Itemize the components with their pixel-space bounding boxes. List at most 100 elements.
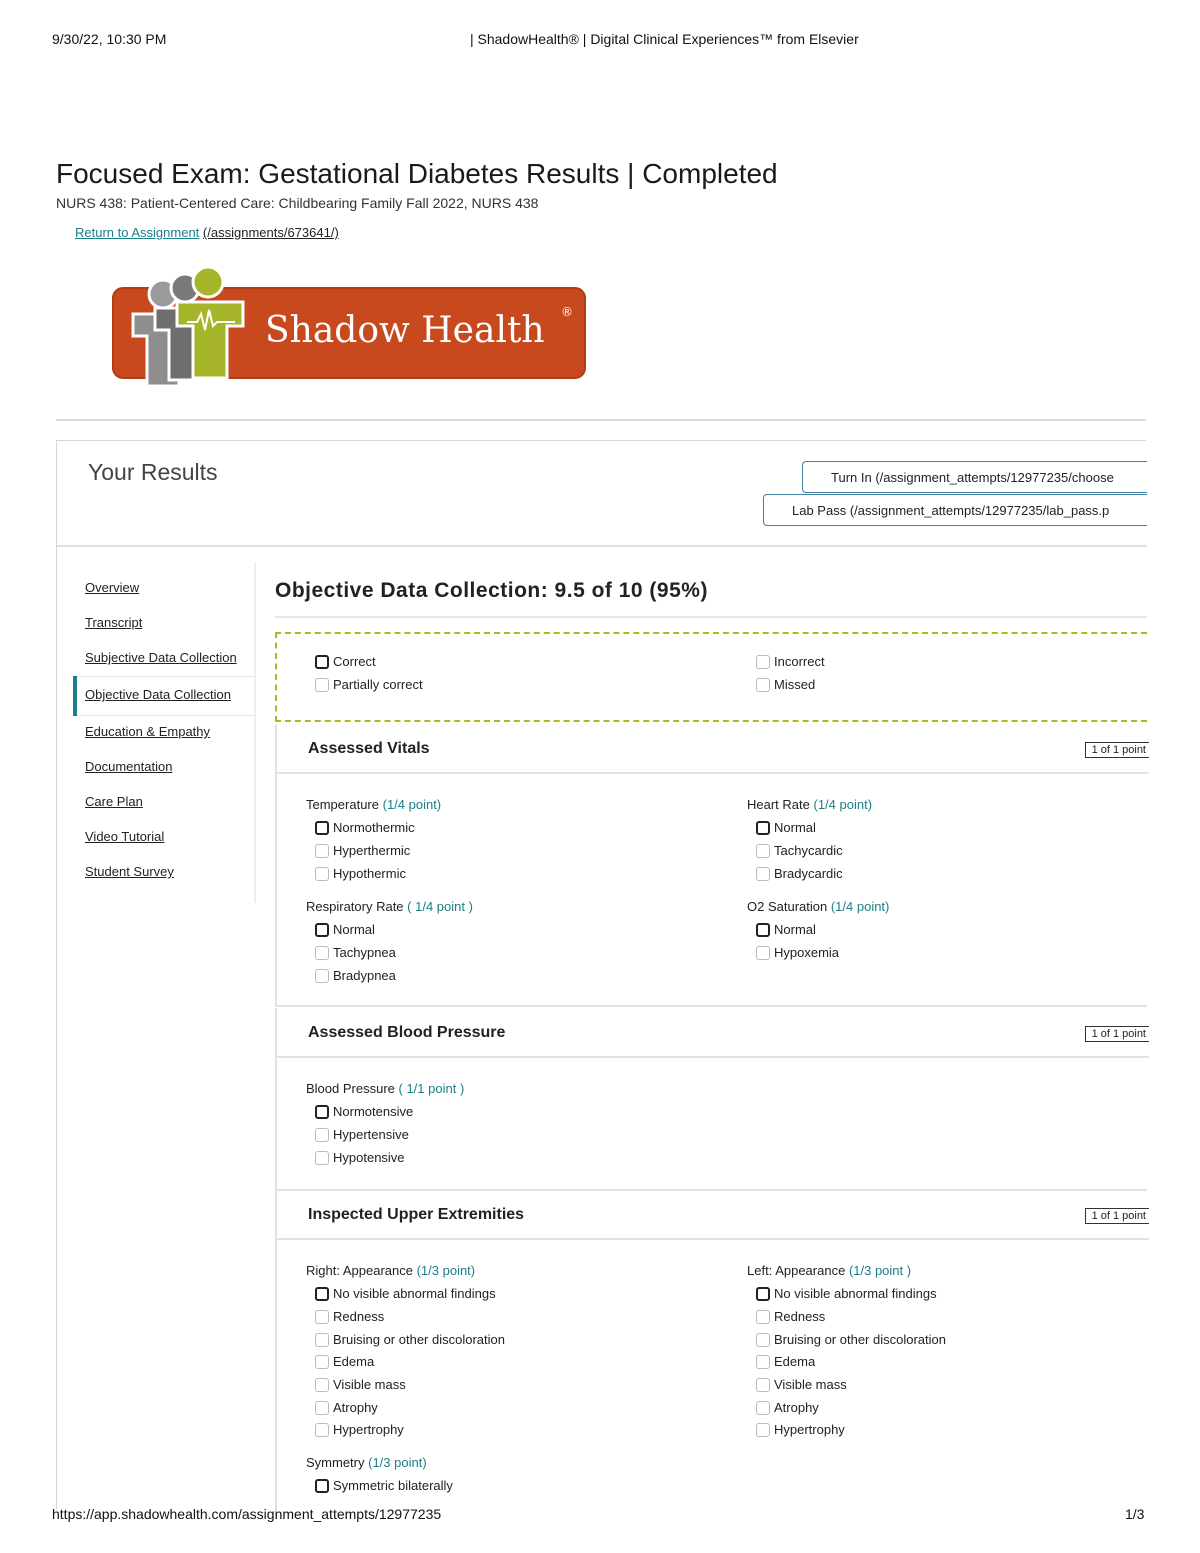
return-to-assignment[interactable]: Return to Assignment (/assignments/67364…	[75, 225, 339, 240]
panel-title: Inspected Upper Extremities	[308, 1206, 525, 1223]
checkbox-icon	[756, 1401, 770, 1415]
checkbox-icon	[756, 1378, 770, 1392]
print-url: https://app.shadowhealth.com/assignment_…	[52, 1506, 442, 1522]
print-footer: https://app.shadowhealth.com/assignment_…	[0, 1506, 1200, 1524]
question-label: Symmetry (1/3 point)	[306, 1455, 427, 1470]
lab-pass-button[interactable]: Lab Pass (/assignment_attempts/12977235/…	[763, 494, 1147, 526]
panel-title: Assessed Vitals	[308, 740, 430, 757]
checkbox-icon	[315, 1151, 329, 1165]
option: Atrophy	[315, 1400, 378, 1416]
sidebar-item-care-plan[interactable]: Care Plan	[85, 794, 143, 809]
legend-missed: Missed	[756, 677, 815, 693]
print-date: 9/30/22, 10:30 PM	[52, 31, 167, 47]
option-correct: No visible abnormal findings	[315, 1286, 496, 1302]
correct-checkbox-icon	[315, 1287, 329, 1301]
panel-assessed-blood-pressure: Assessed Blood Pressure 1 of 1 point Blo…	[275, 1008, 1149, 1191]
option-correct: No visible abnormal findings	[756, 1286, 937, 1302]
points-badge: 1 of 1 point	[1084, 742, 1149, 758]
checkbox-icon	[756, 1423, 770, 1437]
print-page-title: | ShadowHealth® | Digital Clinical Exper…	[470, 31, 859, 47]
points-badge: 1 of 1 point	[1084, 1208, 1149, 1224]
option-correct: Normal	[315, 922, 375, 938]
option: Bradypnea	[315, 968, 396, 984]
option-correct: Symmetric bilaterally	[315, 1478, 453, 1494]
divider	[275, 616, 1147, 618]
option-correct: Normothermic	[315, 820, 415, 836]
checkbox-icon	[756, 946, 770, 960]
option: Hypertrophy	[756, 1422, 845, 1438]
correct-checkbox-icon	[756, 923, 770, 937]
checkbox-icon	[315, 969, 329, 983]
checkbox-icon	[315, 1401, 329, 1415]
checkbox-icon	[756, 1355, 770, 1369]
option: Bradycardic	[756, 866, 843, 882]
option-correct: Normotensive	[315, 1104, 413, 1120]
option: Bruising or other discoloration	[756, 1332, 946, 1348]
option-correct: Normal	[756, 820, 816, 836]
sidebar-item-subjective-data-collection[interactable]: Subjective Data Collection	[85, 650, 237, 665]
sidebar-item-education-empathy[interactable]: Education & Empathy	[85, 724, 210, 739]
results-container: Your Results Turn In (/assignment_attemp…	[56, 440, 1149, 1511]
return-link[interactable]: Return to Assignment	[75, 225, 199, 240]
checkbox-icon	[315, 1378, 329, 1392]
legend-incorrect: Incorrect	[756, 654, 825, 670]
checkbox-icon	[315, 1310, 329, 1324]
print-header: 9/30/22, 10:30 PM | ShadowHealth® | Digi…	[0, 31, 1200, 49]
option: Edema	[756, 1354, 815, 1370]
option: Bruising or other discoloration	[315, 1332, 505, 1348]
option: Redness	[315, 1309, 384, 1325]
option: Tachycardic	[756, 843, 843, 859]
points-badge: 1 of 1 point	[1084, 1026, 1149, 1042]
checkbox-icon	[315, 1128, 329, 1142]
checkbox-icon	[315, 844, 329, 858]
option: Hypertrophy	[315, 1422, 404, 1438]
correct-checkbox-icon	[315, 1479, 329, 1493]
panel-header: Assessed Vitals 1 of 1 point	[277, 724, 1149, 774]
checkbox-icon	[756, 867, 770, 881]
svg-text:®: ®	[561, 305, 573, 319]
correct-checkbox-icon	[315, 821, 329, 835]
option: Hypoxemia	[756, 945, 839, 961]
option: Tachypnea	[315, 945, 396, 961]
panel-header: Assessed Blood Pressure 1 of 1 point	[277, 1008, 1149, 1058]
question-label: Left: Appearance (1/3 point )	[747, 1263, 912, 1278]
sidebar-item-video-tutorial[interactable]: Video Tutorial	[85, 829, 164, 844]
option: Hyperthermic	[315, 843, 410, 859]
turn-in-button[interactable]: Turn In (/assignment_attempts/12977235/c…	[802, 461, 1147, 493]
sidebar-item-documentation[interactable]: Documentation	[85, 759, 172, 774]
logo-text: Shadow Health	[265, 310, 545, 351]
results-header: Your Results Turn In (/assignment_attemp…	[57, 441, 1147, 547]
active-indicator	[73, 676, 77, 716]
option: Edema	[315, 1354, 374, 1370]
option-correct: Normal	[756, 922, 816, 938]
sidebar-item-student-survey[interactable]: Student Survey	[85, 864, 174, 879]
checkbox-icon	[315, 1423, 329, 1437]
option: Visible mass	[315, 1377, 406, 1393]
checkbox-icon	[756, 678, 770, 692]
panel-title: Assessed Blood Pressure	[308, 1024, 506, 1041]
option: Hypertensive	[315, 1127, 409, 1143]
checkbox-icon	[315, 946, 329, 960]
correct-checkbox-icon	[315, 923, 329, 937]
return-url: (/assignments/673641/)	[202, 225, 339, 240]
sidebar-nav: Overview Transcript Subjective Data Coll…	[73, 563, 256, 903]
option: Visible mass	[756, 1377, 847, 1393]
checkbox-icon	[315, 867, 329, 881]
shadow-health-logo: Shadow Health ®	[112, 265, 586, 388]
checkbox-icon	[756, 655, 770, 669]
sidebar-item-transcript[interactable]: Transcript	[85, 615, 142, 630]
course-name: NURS 438: Patient-Centered Care: Childbe…	[56, 195, 539, 211]
option: Redness	[756, 1309, 825, 1325]
question-label: Right: Appearance (1/3 point)	[306, 1263, 476, 1278]
question-label: Blood Pressure ( 1/1 point )	[306, 1081, 465, 1096]
correct-checkbox-icon	[315, 655, 329, 669]
your-results-heading: Your Results	[88, 459, 218, 485]
sidebar-item-overview[interactable]: Overview	[85, 580, 139, 595]
checkbox-icon	[315, 1333, 329, 1347]
sidebar-item-objective-data-collection[interactable]: Objective Data Collection	[85, 687, 231, 702]
legend: Correct Partially correct Incorrect Miss…	[275, 632, 1147, 722]
question-label: O2 Saturation (1/4 point)	[747, 899, 890, 914]
option: Hypothermic	[315, 866, 406, 882]
divider	[56, 419, 1146, 421]
correct-checkbox-icon	[756, 1287, 770, 1301]
